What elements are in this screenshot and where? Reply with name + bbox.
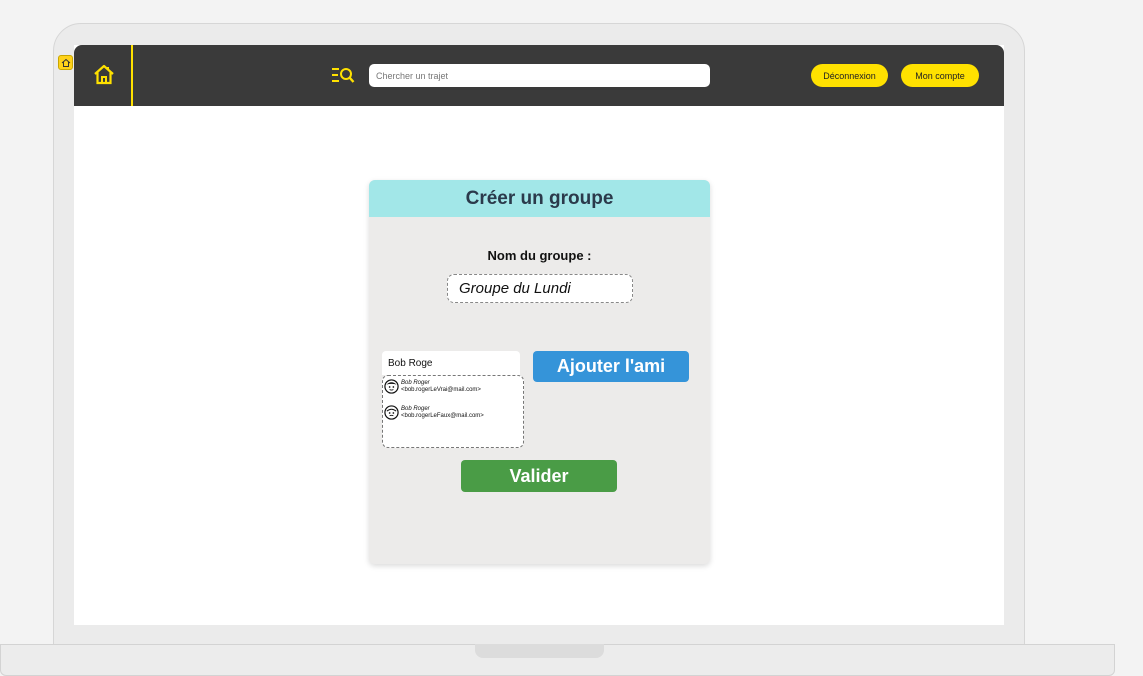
validate-button[interactable]: Valider <box>461 460 617 492</box>
suggestion-name: Bob Roger <box>401 406 430 412</box>
card-title: Créer un groupe <box>369 180 710 217</box>
user-avatar-icon <box>384 379 399 394</box>
group-name-input[interactable] <box>447 274 633 303</box>
navbar: Déconnexion Mon compte <box>74 45 1004 106</box>
search-input[interactable] <box>369 64 710 87</box>
suggestion-name: Bob Roger <box>401 380 430 386</box>
nav-divider <box>131 45 133 106</box>
suggestion-item[interactable]: Bob Roger <bob.rogerLeFaux@mail.com> <box>383 404 523 424</box>
account-button[interactable]: Mon compte <box>901 64 979 87</box>
logout-button[interactable]: Déconnexion <box>811 64 888 87</box>
suggestion-item[interactable]: Bob Roger <bob.rogerLeVrai@mail.com> <box>383 378 523 398</box>
app-screen: Déconnexion Mon compte Créer un groupe N… <box>74 45 1004 625</box>
group-name-label: Nom du groupe : <box>487 248 592 263</box>
friend-suggestions-list: Bob Roger <bob.rogerLeVrai@mail.com> Bob… <box>382 375 524 448</box>
home-icon[interactable] <box>92 63 116 87</box>
search-list-icon[interactable] <box>331 65 355 85</box>
create-group-card: Créer un groupe Nom du groupe : Bob Roge… <box>369 180 710 564</box>
laptop-notch <box>475 644 604 658</box>
suggestion-email: <bob.rogerLeVrai@mail.com> <box>401 387 481 393</box>
user-avatar-icon <box>384 405 399 420</box>
friend-search-input[interactable] <box>382 351 520 375</box>
add-friend-button[interactable]: Ajouter l'ami <box>533 351 689 382</box>
corner-home-icon <box>58 55 73 70</box>
suggestion-email: <bob.rogerLeFaux@mail.com> <box>401 413 484 419</box>
